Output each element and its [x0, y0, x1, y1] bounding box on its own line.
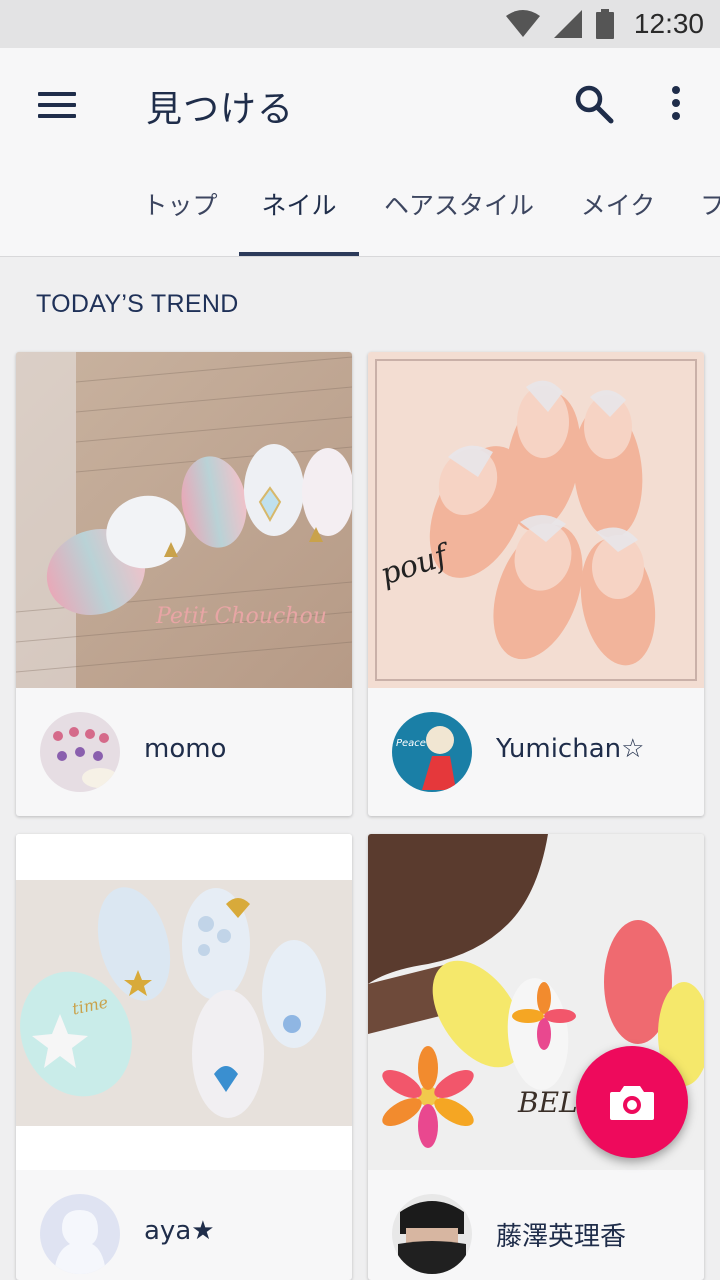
search-icon[interactable]: [574, 84, 614, 124]
post-image[interactable]: pouf: [368, 352, 704, 688]
image-watermark: Petit Chouchou: [156, 604, 327, 629]
tab-top[interactable]: トップ: [140, 178, 220, 256]
signal-icon: [553, 10, 582, 38]
tab-nail[interactable]: ネイル: [239, 178, 359, 256]
post-card[interactable]: Petit Chouchou momo: [16, 352, 352, 816]
username[interactable]: Yumichan☆: [496, 734, 644, 764]
camera-fab-button[interactable]: [576, 1046, 688, 1158]
username[interactable]: 藤澤英理香: [496, 1216, 626, 1253]
more-vert-icon[interactable]: [668, 86, 684, 122]
tab-makeup[interactable]: メイク: [578, 178, 658, 256]
post-card[interactable]: time aya★: [16, 834, 352, 1280]
avatar-text: Peace: [396, 738, 426, 749]
wifi-icon: [505, 10, 540, 37]
camera-icon: [610, 1086, 654, 1120]
app-bar: 見つける トップ ネイル ヘアスタイル メイク フ: [0, 48, 720, 257]
menu-icon[interactable]: [38, 92, 76, 122]
tab-more[interactable]: フ: [700, 178, 720, 256]
image-watermark: BEL: [518, 1086, 578, 1119]
tab-hairstyle[interactable]: ヘアスタイル: [380, 178, 538, 256]
battery-icon: [595, 9, 614, 39]
username[interactable]: momo: [144, 734, 226, 764]
avatar[interactable]: [40, 1194, 120, 1274]
username[interactable]: aya★: [144, 1216, 215, 1246]
avatar[interactable]: [392, 1194, 472, 1274]
avatar[interactable]: [40, 712, 120, 792]
post-image[interactable]: time: [16, 834, 352, 1170]
status-bar: 12:30: [0, 0, 720, 48]
tab-indicator: [239, 252, 359, 256]
tab-bar: トップ ネイル ヘアスタイル メイク フ: [0, 178, 720, 256]
section-title: TODAY’S TREND: [36, 290, 239, 318]
avatar[interactable]: Peace: [392, 712, 472, 792]
status-time: 12:30: [633, 8, 704, 39]
page-title: 見つける: [146, 89, 295, 130]
post-card[interactable]: pouf Peace Yumichan☆: [368, 352, 704, 816]
post-image[interactable]: Petit Chouchou: [16, 352, 352, 688]
